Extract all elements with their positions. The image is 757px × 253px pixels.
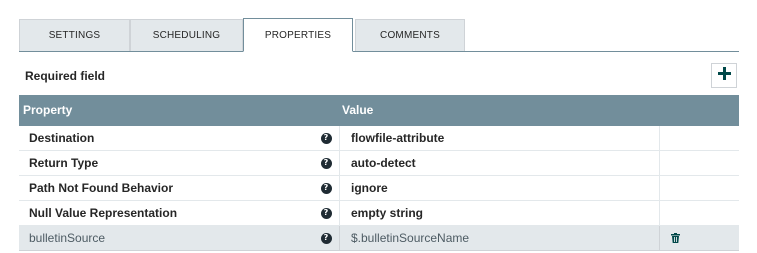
property-value[interactable]: empty string bbox=[339, 201, 659, 225]
add-property-button[interactable] bbox=[711, 63, 737, 88]
tab-underline bbox=[19, 51, 739, 52]
row-actions bbox=[659, 151, 739, 175]
table-row-dynamic[interactable]: bulletinSource ? $.bulletinSourceName bbox=[19, 226, 739, 251]
properties-table: Property Value Destination ? flowfile-at… bbox=[19, 95, 739, 251]
property-value[interactable]: ignore bbox=[339, 176, 659, 200]
help-question-icon[interactable]: ? bbox=[318, 201, 334, 225]
tab-comments[interactable]: COMMENTS bbox=[355, 19, 465, 51]
table-row[interactable]: Return Type ? auto-detect bbox=[19, 151, 739, 176]
help-question-icon[interactable]: ? bbox=[318, 226, 334, 250]
property-value[interactable]: auto-detect bbox=[339, 151, 659, 175]
row-actions bbox=[659, 226, 739, 250]
property-name: Path Not Found Behavior bbox=[29, 181, 173, 195]
tab-properties[interactable]: PROPERTIES bbox=[243, 18, 353, 52]
row-actions bbox=[659, 126, 739, 150]
column-header-value[interactable]: Value bbox=[342, 103, 373, 117]
property-value[interactable]: $.bulletinSourceName bbox=[339, 226, 659, 250]
row-actions bbox=[659, 176, 739, 200]
property-name: bulletinSource bbox=[29, 231, 106, 245]
table-row[interactable]: Destination ? flowfile-attribute bbox=[19, 126, 739, 151]
property-name: Return Type bbox=[29, 156, 99, 170]
row-actions bbox=[659, 201, 739, 225]
required-field-label: Required field bbox=[25, 69, 106, 83]
tab-settings[interactable]: SETTINGS bbox=[19, 19, 130, 51]
trash-icon[interactable] bbox=[671, 233, 680, 243]
table-row[interactable]: Path Not Found Behavior ? ignore bbox=[19, 176, 739, 201]
table-row[interactable]: Null Value Representation ? empty string bbox=[19, 201, 739, 226]
table-header: Property Value bbox=[19, 95, 739, 126]
column-header-property[interactable]: Property bbox=[23, 103, 72, 117]
help-question-icon[interactable]: ? bbox=[318, 126, 334, 150]
property-value[interactable]: flowfile-attribute bbox=[339, 126, 659, 150]
property-name: Destination bbox=[29, 131, 95, 145]
property-name: Null Value Representation bbox=[29, 206, 178, 220]
help-question-icon[interactable]: ? bbox=[318, 176, 334, 200]
plus-icon bbox=[717, 66, 731, 85]
help-question-icon[interactable]: ? bbox=[318, 151, 334, 175]
tab-scheduling[interactable]: SCHEDULING bbox=[130, 19, 243, 51]
